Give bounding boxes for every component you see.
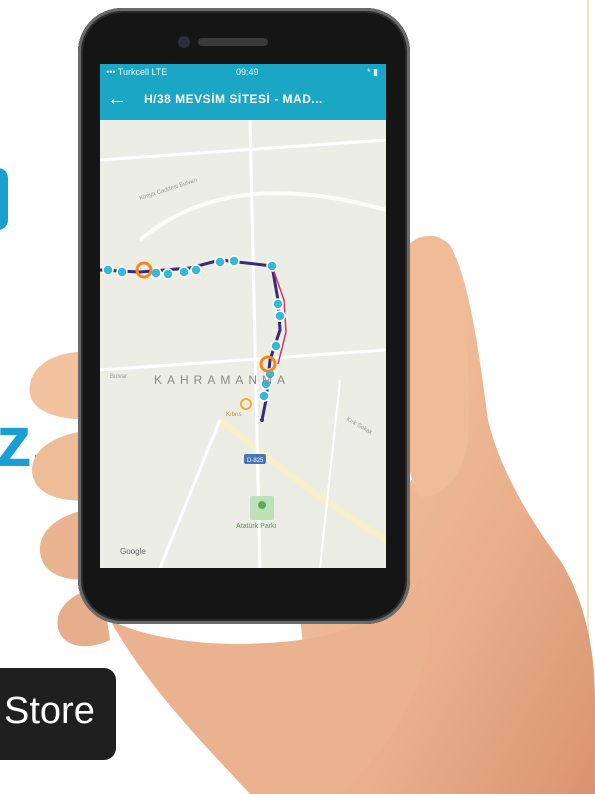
bus-stop-marker[interactable] (214, 256, 226, 268)
status-bar: ••• Turkcell LTE 09:49 * ▮ (100, 64, 386, 80)
app-bar: ← H/38 MEVSİM SİTESİ - MAD... (100, 80, 386, 120)
status-time: 09:49 (236, 67, 259, 77)
bus-stop-marker[interactable] (272, 298, 284, 310)
battery-icon: * ▮ (367, 67, 378, 77)
bus-stop-marker[interactable] (178, 266, 190, 278)
park-label: Atatürk Parkı (236, 523, 277, 530)
bus-stop-marker[interactable] (116, 266, 128, 278)
park-marker-icon (258, 501, 266, 509)
bus-stop-marker[interactable] (190, 264, 202, 276)
bus-stop-marker[interactable] (150, 267, 162, 279)
phone-speaker (198, 38, 268, 46)
route-title: H/38 MEVSİM SİTESİ - MAD... (144, 92, 323, 106)
bus-stop-marker[interactable] (162, 268, 174, 280)
bus-stop-marker[interactable] (270, 340, 282, 352)
map-view[interactable]: KAHRAMANMA Kimya Caddesi Bulvarı Bulvar … (100, 120, 386, 568)
phone-screen: ••• Turkcell LTE 09:49 * ▮ ← H/38 MEVSİM… (100, 64, 386, 568)
back-arrow-icon[interactable]: ← (106, 87, 128, 111)
bus-stop-marker[interactable] (258, 390, 270, 402)
map-background (100, 120, 386, 568)
bus-stop-marker[interactable] (266, 260, 278, 272)
bus-stop-marker[interactable] (228, 255, 240, 267)
front-camera (178, 36, 190, 48)
stop-label: Kıbrıs (226, 412, 242, 418)
route-end-point (260, 418, 264, 422)
bus-stop-marker[interactable] (102, 264, 114, 276)
road-badge-label: D-825 (247, 458, 264, 464)
street-label: Bulvar (110, 374, 127, 380)
map-attribution: Google (120, 547, 146, 556)
status-carrier: ••• Turkcell LTE (106, 67, 168, 77)
city-label: KAHRAMANMA (154, 373, 290, 387)
bus-stop-marker[interactable] (274, 310, 286, 322)
